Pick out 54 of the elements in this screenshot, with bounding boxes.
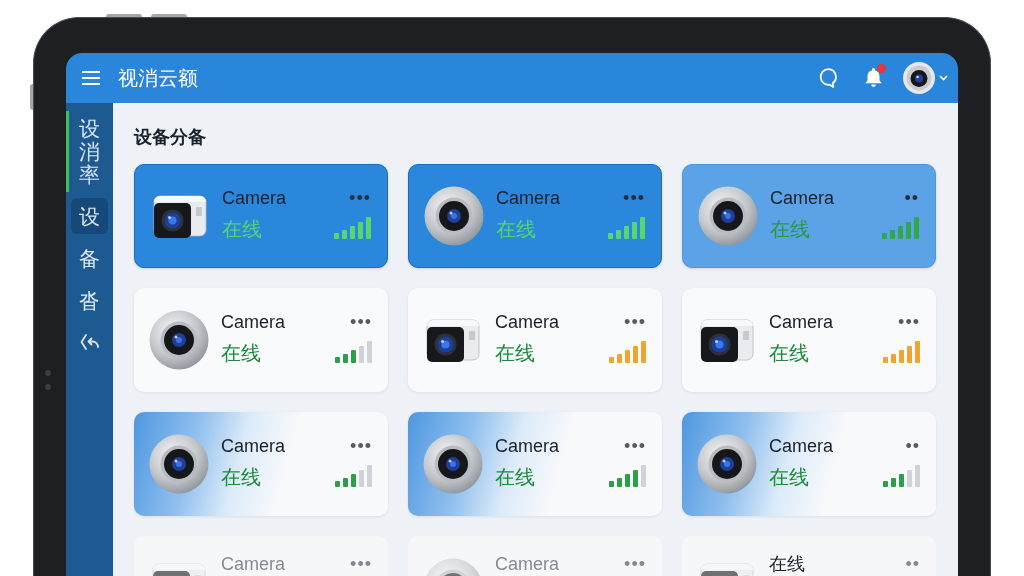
more-button[interactable]: ••• — [350, 435, 372, 456]
status-text: 在线 — [496, 216, 536, 241]
avatar-icon[interactable] — [903, 62, 935, 94]
device-card[interactable]: Camera ••• — [408, 536, 662, 576]
status-text: 在线 — [769, 340, 809, 365]
section-title: 设备分备 — [134, 127, 207, 147]
sidebar-item[interactable]: 沓 — [71, 282, 108, 319]
device-card[interactable]: Camera •• 在线 — [682, 164, 936, 268]
status-text: 在线 — [495, 340, 535, 365]
device-name: Camera — [222, 187, 287, 208]
return-arrow-icon — [79, 333, 100, 352]
device-name: Camera — [495, 554, 560, 574]
device-card[interactable]: Camera ••• 在线 — [134, 412, 388, 516]
more-button[interactable]: ••• — [349, 187, 371, 208]
device-card[interactable]: Camera ••• 在线 — [408, 288, 662, 392]
device-name: Camera — [221, 554, 286, 574]
menu-icon[interactable] — [82, 71, 100, 85]
chat-icon[interactable] — [819, 68, 838, 88]
device-card[interactable]: Camera ••• 在线 — [134, 288, 388, 392]
device-name: Camera — [221, 435, 286, 456]
status-text: 在线 — [221, 340, 261, 365]
more-button[interactable]: ••• — [623, 187, 645, 208]
device-name: Camera — [496, 187, 561, 208]
status-text: 在线 — [769, 464, 809, 489]
device-name: Camera — [770, 187, 835, 208]
sidebar-item[interactable]: 设消率 — [71, 111, 108, 193]
device-card[interactable]: 在线 •• — [682, 536, 936, 576]
status-text: 在线 — [222, 216, 262, 241]
device-name: Camera — [769, 435, 834, 456]
status-text: 在线 — [221, 464, 261, 489]
device-name: 在线 — [769, 554, 805, 574]
sidebar-item[interactable]: 备 — [71, 240, 108, 277]
more-button[interactable]: ••• — [624, 311, 646, 332]
sidebar-item[interactable]: 设 — [71, 198, 108, 235]
more-button[interactable]: ••• — [898, 311, 920, 332]
app-title: 视消云额 — [118, 66, 198, 90]
device-card[interactable]: Camera ••• 在线 — [134, 164, 388, 268]
more-button[interactable]: ••• — [350, 311, 372, 332]
device-card[interactable]: Camera ••• — [134, 536, 388, 576]
bell-icon[interactable] — [864, 67, 883, 89]
device-card[interactable]: Camera ••• 在线 — [408, 164, 662, 268]
status-text: 在线 — [495, 464, 535, 489]
device-card[interactable]: Camera ••• 在线 — [682, 288, 936, 392]
status-text: 在线 — [770, 216, 810, 241]
device-name: Camera — [769, 311, 834, 332]
device-card[interactable]: Camera •• 在线 — [682, 412, 936, 516]
device-name: Camera — [495, 435, 560, 456]
more-button[interactable]: •• — [904, 187, 919, 208]
more-button[interactable]: ••• — [624, 435, 646, 456]
device-name: Camera — [221, 311, 286, 332]
more-button[interactable]: •• — [905, 435, 920, 456]
chevron-down-icon[interactable] — [939, 75, 948, 81]
device-card[interactable]: Camera ••• 在线 — [408, 412, 662, 516]
device-name: Camera — [495, 311, 560, 332]
